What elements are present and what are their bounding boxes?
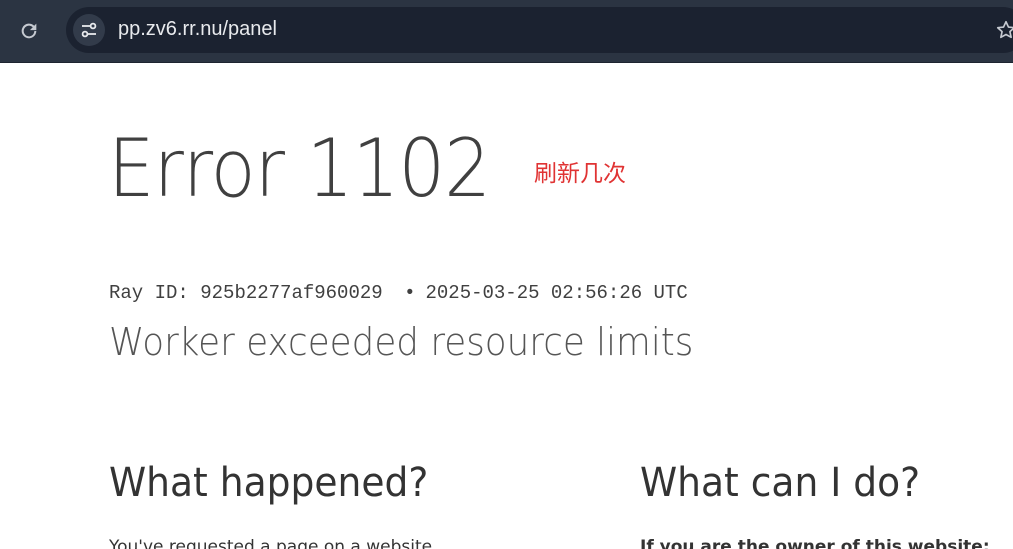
ray-id-value: 925b2277af960029: [200, 282, 383, 304]
what-happened-text: You've requested a page on a website: [109, 537, 433, 549]
browser-toolbar: pp.zv6.rr.nu/panel: [0, 0, 1013, 63]
separator: •: [404, 282, 416, 304]
address-bar[interactable]: pp.zv6.rr.nu/panel: [66, 7, 1013, 53]
reload-icon: [21, 23, 37, 39]
tune-icon: [81, 22, 97, 38]
url-text[interactable]: pp.zv6.rr.nu/panel: [118, 18, 277, 41]
error-page: Error 1102 刷新几次 Ray ID: 925b2277af960029…: [0, 63, 1013, 549]
ray-id-line: Ray ID: 925b2277af960029 • 2025-03-25 02:…: [109, 282, 688, 304]
reload-button[interactable]: [14, 16, 44, 46]
annotation-text: 刷新几次: [534, 161, 626, 187]
owner-instructions-text: If you are the owner of this website:: [640, 537, 990, 549]
ray-id-label: Ray ID:: [109, 282, 189, 304]
error-subtitle: Worker exceeded resource limits: [109, 320, 694, 364]
what-happened-heading: What happened?: [109, 460, 429, 506]
star-icon: [996, 20, 1013, 39]
timestamp: 2025-03-25 02:56:26 UTC: [425, 282, 688, 304]
site-info-button[interactable]: [73, 14, 105, 46]
what-can-i-do-heading: What can I do?: [640, 460, 921, 506]
error-title: Error 1102: [108, 122, 491, 215]
bookmark-button[interactable]: [993, 17, 1013, 43]
